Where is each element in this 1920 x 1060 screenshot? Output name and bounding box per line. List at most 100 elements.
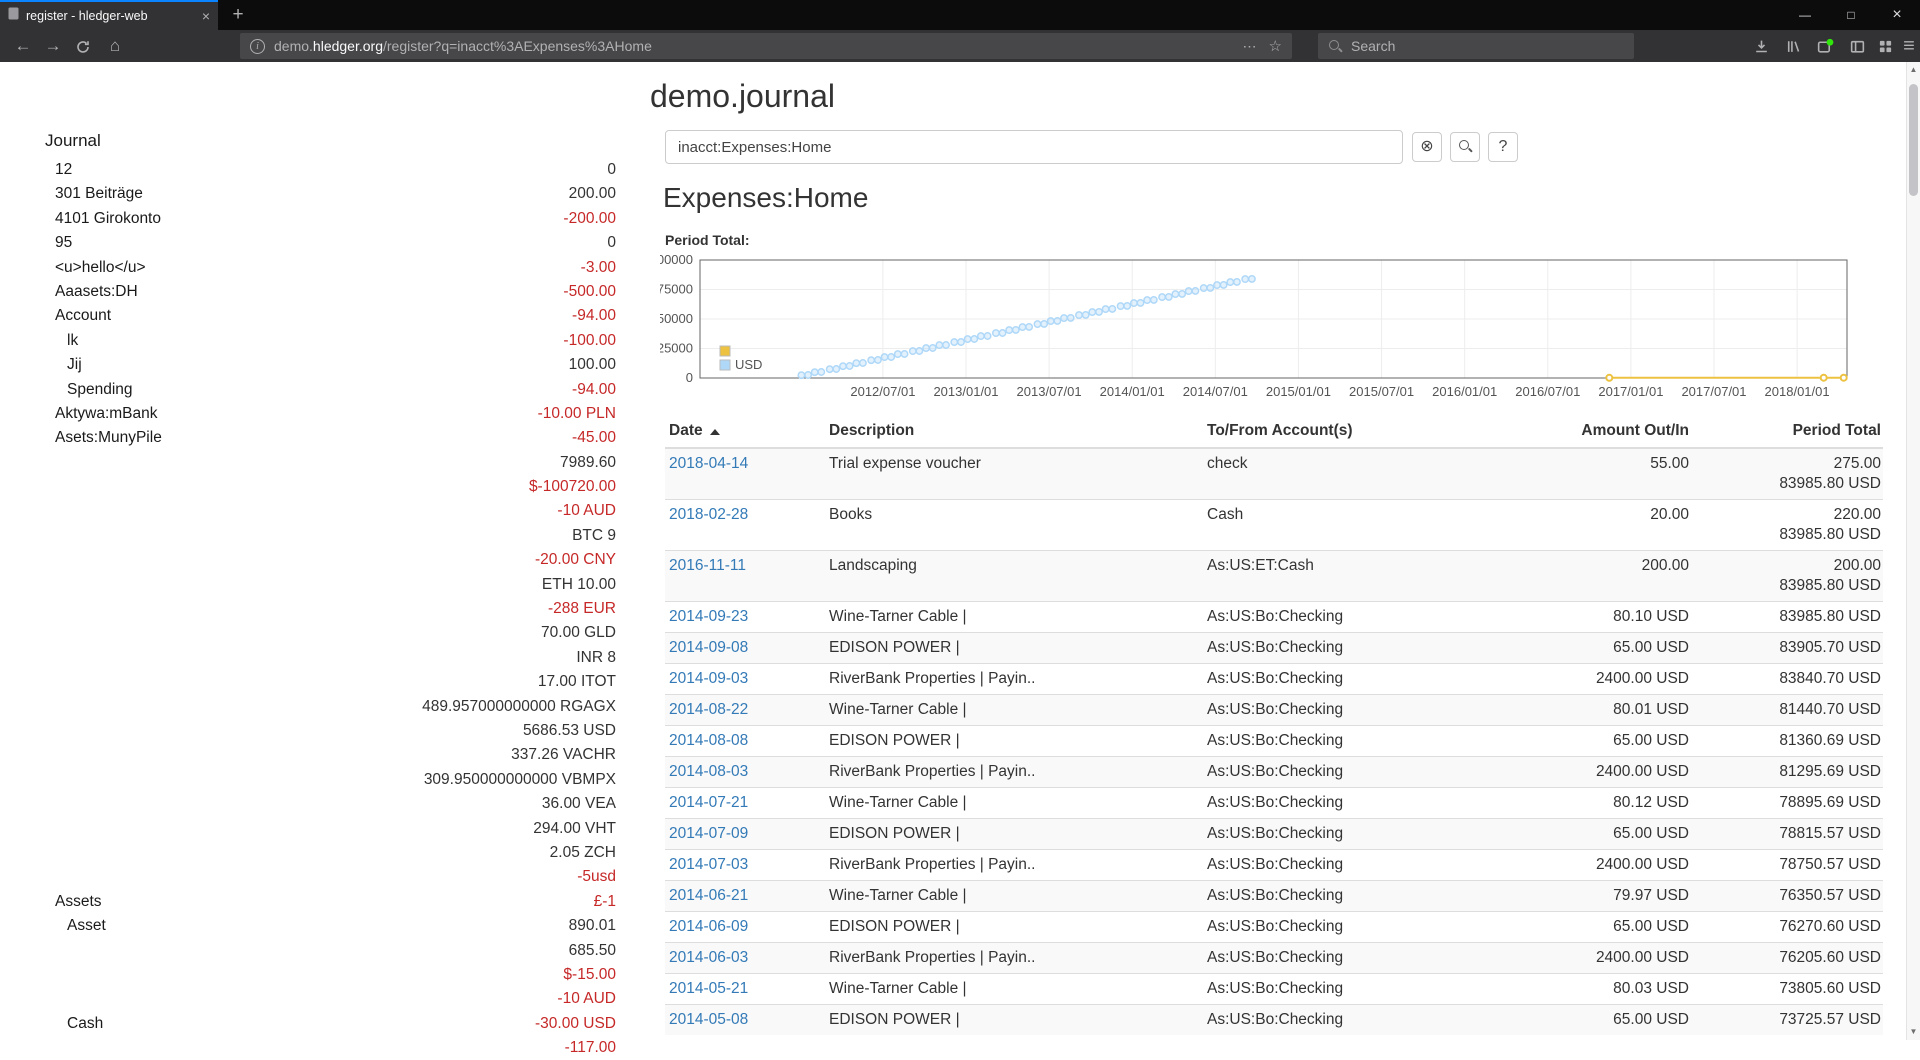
description-cell: EDISON POWER | xyxy=(821,1005,1203,1036)
library-icon[interactable] xyxy=(1778,30,1808,62)
browser-search-bar[interactable]: Search xyxy=(1318,33,1634,59)
sidebar-account-row: Aktywa:mBank-10.00 PLN xyxy=(45,402,616,426)
date-link[interactable]: 2014-09-23 xyxy=(669,608,748,625)
date-link[interactable]: 2014-05-08 xyxy=(669,1011,748,1028)
sidebar-account-row: lk-100.00 xyxy=(45,329,616,353)
description-cell: RiverBank Properties | Payin.. xyxy=(821,943,1203,974)
menu-button[interactable]: ≡ xyxy=(1894,30,1920,62)
sidebar-account-row: 309.950000000000 VBMPX xyxy=(45,768,616,792)
period-total-cell: 275.0083985.80 USD xyxy=(1693,448,1883,500)
bookmark-star-icon[interactable]: ☆ xyxy=(1269,37,1282,55)
account-cell: As:US:Bo:Checking xyxy=(1203,943,1488,974)
account-link xyxy=(45,719,523,743)
account-link[interactable]: 301 Beiträge xyxy=(45,182,569,206)
reload-button[interactable] xyxy=(68,30,98,62)
date-link[interactable]: 2014-08-08 xyxy=(669,732,748,749)
account-balance: 0 xyxy=(607,231,616,255)
extension-icon[interactable] xyxy=(1810,30,1840,62)
search-placeholder: Search xyxy=(1351,38,1395,54)
column-header-date[interactable]: Date xyxy=(665,418,821,448)
window-minimize-button[interactable]: — xyxy=(1782,0,1828,30)
description-cell: EDISON POWER | xyxy=(821,726,1203,757)
account-link[interactable]: Jij xyxy=(45,353,569,377)
window-maximize-button[interactable]: □ xyxy=(1828,0,1874,30)
description-cell: Wine-Tarner Cable | xyxy=(821,788,1203,819)
page-actions-icon[interactable]: ⋯ xyxy=(1243,38,1257,55)
account-balance: -30.00 USD xyxy=(535,1012,616,1036)
table-header-row: Date Description To/From Account(s) Amou… xyxy=(665,418,1883,448)
account-link[interactable]: <u>hello</u> xyxy=(45,256,581,280)
period-total-cell: 76270.60 USD xyxy=(1693,912,1883,943)
column-header-amount: Amount Out/In xyxy=(1488,418,1693,448)
account-link xyxy=(45,939,569,963)
svg-text:2014/07/01: 2014/07/01 xyxy=(1183,384,1248,399)
account-link[interactable]: Aaasets:DH xyxy=(45,280,563,304)
scrollbar-thumb[interactable] xyxy=(1909,84,1918,196)
account-link[interactable]: Assets xyxy=(45,890,594,914)
back-button[interactable]: ← xyxy=(8,30,38,62)
download-icon[interactable] xyxy=(1746,30,1776,62)
account-link[interactable]: Asset xyxy=(45,914,569,938)
page-favicon-icon xyxy=(8,7,19,25)
url-bar[interactable]: i demo.hledger.org/register?q=inacct%3AE… xyxy=(240,33,1292,59)
date-link[interactable]: 2016-11-11 xyxy=(669,557,746,574)
date-link[interactable]: 2014-09-08 xyxy=(669,639,748,656)
account-link xyxy=(45,670,538,694)
account-link[interactable]: Aktywa:mBank xyxy=(45,402,538,426)
browser-tab[interactable]: register - hledger-web × xyxy=(0,0,218,30)
account-link[interactable]: Cash xyxy=(45,1012,535,1036)
description-cell: Wine-Tarner Cable | xyxy=(821,974,1203,1005)
account-link xyxy=(45,573,542,597)
account-link[interactable]: 12 xyxy=(45,158,607,182)
account-cell: As:US:Bo:Checking xyxy=(1203,912,1488,943)
account-link[interactable]: 95 xyxy=(45,231,607,255)
scroll-up-icon[interactable]: ▲ xyxy=(1907,62,1920,78)
svg-text:2018/01/01: 2018/01/01 xyxy=(1765,384,1830,399)
date-link[interactable]: 2018-02-28 xyxy=(669,506,748,523)
date-link[interactable]: 2014-07-09 xyxy=(669,825,748,842)
journal-link[interactable]: Journal xyxy=(45,132,616,150)
table-row: 2014-08-08EDISON POWER |As:US:Bo:Checkin… xyxy=(665,726,1883,757)
account-balance: 0 xyxy=(607,158,616,182)
date-link[interactable]: 2014-09-03 xyxy=(669,670,748,687)
date-link[interactable]: 2014-06-09 xyxy=(669,918,748,935)
scroll-down-icon[interactable]: ▼ xyxy=(1907,1024,1920,1040)
date-link[interactable]: 2014-08-22 xyxy=(669,701,748,718)
register-table-body: 2018-04-14Trial expense vouchercheck55.0… xyxy=(665,448,1883,1035)
account-link[interactable]: Asets:MunyPile xyxy=(45,426,572,450)
table-row: 2014-07-09EDISON POWER |As:US:Bo:Checkin… xyxy=(665,819,1883,850)
query-help-button[interactable]: ? xyxy=(1488,132,1518,162)
search-query-button[interactable] xyxy=(1450,132,1480,162)
forward-button[interactable]: → xyxy=(38,30,68,62)
sidebar-toggle-icon[interactable] xyxy=(1842,30,1872,62)
window-close-button[interactable]: × xyxy=(1874,0,1920,30)
account-link[interactable]: Account xyxy=(45,304,572,328)
date-link[interactable]: 2014-08-03 xyxy=(669,763,748,780)
account-balance: -500.00 xyxy=(563,280,616,304)
account-link[interactable]: Spending xyxy=(45,378,572,402)
sidebar-account-row: 36.00 VEA xyxy=(45,792,616,816)
column-header-period-total: Period Total xyxy=(1693,418,1883,448)
site-info-icon[interactable]: i xyxy=(250,39,265,54)
clear-query-button[interactable]: ⊗ xyxy=(1412,132,1442,162)
home-button[interactable]: ⌂ xyxy=(100,30,130,62)
account-link[interactable]: lk xyxy=(45,329,563,353)
account-balance: -3.00 xyxy=(581,256,616,280)
scrollbar[interactable]: ▲ ▼ xyxy=(1906,62,1920,1040)
account-link xyxy=(45,475,529,499)
account-link[interactable]: 4101 Girokonto xyxy=(45,207,563,231)
period-total-cell: 81440.70 USD xyxy=(1693,695,1883,726)
query-input[interactable] xyxy=(665,130,1403,164)
date-link[interactable]: 2014-05-21 xyxy=(669,980,748,997)
date-link[interactable]: 2014-07-03 xyxy=(669,856,748,873)
sidebar-account-row: Asset890.01 xyxy=(45,914,616,938)
account-link xyxy=(45,524,572,548)
account-cell: As:US:Bo:Checking xyxy=(1203,850,1488,881)
date-link[interactable]: 2014-06-21 xyxy=(669,887,748,904)
tab-close-icon[interactable]: × xyxy=(202,8,210,24)
date-link[interactable]: 2014-06-03 xyxy=(669,949,748,966)
date-link[interactable]: 2014-07-21 xyxy=(669,794,748,811)
new-tab-button[interactable]: + xyxy=(224,1,252,29)
date-link[interactable]: 2018-04-14 xyxy=(669,455,748,472)
account-balance: INR 8 xyxy=(576,646,616,670)
